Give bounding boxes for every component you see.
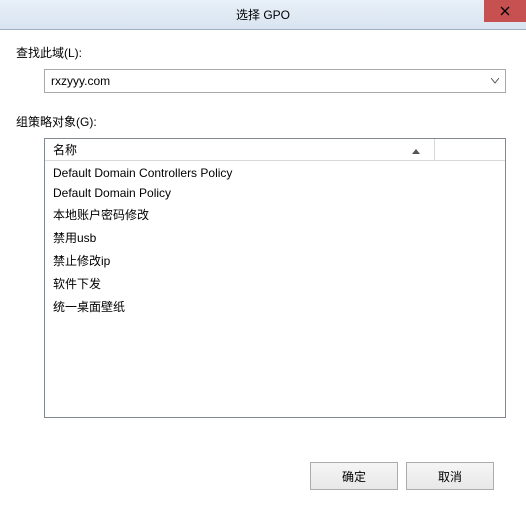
column-header-blank (435, 139, 505, 160)
column-header-name[interactable]: 名称 (45, 139, 435, 160)
gpo-item[interactable]: 软件下发 (45, 272, 505, 295)
sort-ascending-icon (412, 143, 420, 157)
close-icon (500, 6, 510, 16)
ok-button[interactable]: 确定 (310, 462, 398, 490)
gpo-item[interactable]: Default Domain Controllers Policy (45, 163, 505, 183)
gpo-item[interactable]: 禁止修改ip (45, 249, 505, 272)
titlebar: 选择 GPO (0, 0, 526, 30)
gpo-item[interactable]: 本地账户密码修改 (45, 203, 505, 226)
gpo-items: Default Domain Controllers Policy Defaul… (45, 161, 505, 320)
gpo-item[interactable]: 统一桌面壁纸 (45, 295, 505, 318)
close-button[interactable] (484, 0, 526, 22)
button-row: 确定 取消 (16, 462, 510, 490)
gpo-item[interactable]: 禁用usb (45, 226, 505, 249)
chevron-down-icon (491, 76, 499, 87)
domain-select-value: rxzyyy.com (51, 74, 110, 88)
domain-select[interactable]: rxzyyy.com (44, 69, 506, 93)
gpo-item[interactable]: Default Domain Policy (45, 183, 505, 203)
column-header-name-text: 名称 (53, 141, 77, 158)
window-title: 选择 GPO (236, 6, 290, 23)
domain-section: 查找此域(L): rxzyyy.com (16, 44, 510, 93)
gpo-list-header: 名称 (45, 139, 505, 161)
dialog-content: 查找此域(L): rxzyyy.com 组策略对象(G): 名称 Default… (0, 30, 526, 504)
gpo-section: 组策略对象(G): 名称 Default Domain Controllers … (16, 113, 510, 418)
domain-label: 查找此域(L): (16, 44, 510, 61)
gpo-listbox[interactable]: 名称 Default Domain Controllers Policy Def… (44, 138, 506, 418)
gpo-label: 组策略对象(G): (16, 113, 510, 130)
cancel-button[interactable]: 取消 (406, 462, 494, 490)
